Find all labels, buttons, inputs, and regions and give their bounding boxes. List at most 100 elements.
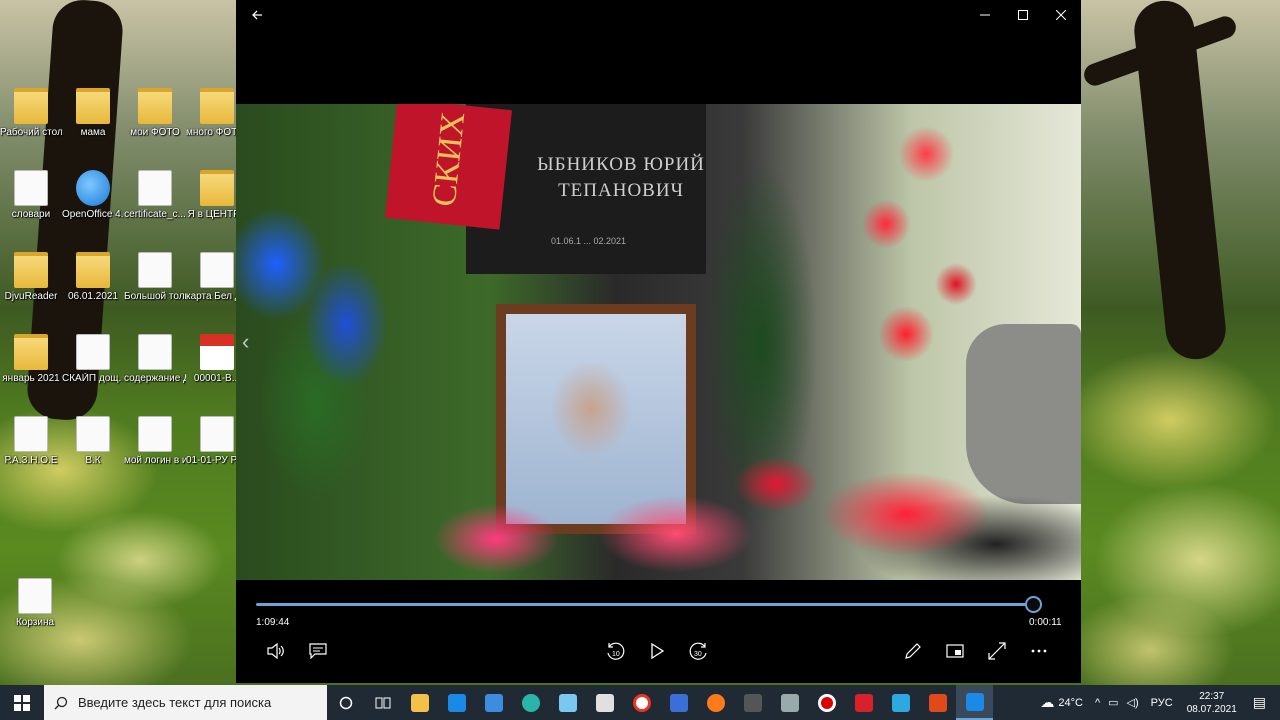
clock[interactable]: 22:37 08.07.2021 [1179, 690, 1245, 716]
desktop-icon[interactable]: мой логин в игре РЯЗ [124, 416, 186, 467]
doc-icon [200, 416, 234, 452]
folder-icon [14, 88, 48, 124]
remaining-time: 0:00:11 [1029, 617, 1062, 628]
file-explorer-app[interactable] [401, 685, 438, 720]
clock-time: 22:37 [1199, 690, 1225, 702]
paint-app[interactable] [586, 685, 623, 720]
app-icon [891, 693, 910, 712]
maximize-button[interactable] [1004, 0, 1042, 30]
headstone-inscription: ЫБНИКОВ ЮРИЙ ТЕПАНОВИЧ [536, 152, 706, 204]
mini-view-icon [946, 644, 964, 658]
edit-button[interactable] [901, 640, 925, 662]
movies-tv-app[interactable] [956, 685, 993, 720]
movie-maker-app[interactable] [734, 685, 771, 720]
volume-button[interactable] [264, 640, 288, 662]
seek-thumb[interactable] [1025, 596, 1043, 613]
bouquet [346, 444, 1081, 580]
task-view-button[interactable] [364, 685, 401, 720]
subtitles-button[interactable] [306, 640, 330, 662]
desktop-icon[interactable]: содержание ДОЩЕЧЕК [124, 334, 186, 385]
seek-bar[interactable] [256, 603, 1034, 606]
weather-icon[interactable]: ☁ [1040, 694, 1058, 711]
film-icon [743, 693, 762, 712]
doc-icon [138, 252, 172, 288]
desktop-icon[interactable]: Большой толковый ... [124, 252, 186, 303]
subtitles-icon [309, 643, 327, 659]
title-bar [236, 0, 1081, 30]
app-icon [780, 693, 799, 712]
record-icon [817, 693, 836, 712]
weather-temp[interactable]: 24°C [1058, 697, 1095, 709]
desktop-icon[interactable]: Р.А.З.Н.О.Е [0, 416, 62, 467]
minimize-icon [980, 14, 990, 16]
app-blue[interactable] [549, 685, 586, 720]
back-button[interactable] [238, 0, 276, 30]
close-button[interactable] [1042, 0, 1080, 30]
minimize-button[interactable] [966, 0, 1004, 30]
cortana-icon [339, 696, 352, 709]
video-frame[interactable]: ЫБНИКОВ ЮРИЙ ТЕПАНОВИЧ 01.06.1 ... 02.20… [236, 104, 1081, 580]
app-gray[interactable] [771, 685, 808, 720]
paint-icon [595, 693, 614, 712]
desktop-icon[interactable]: СКАЙП дощ. Дош... [62, 334, 124, 385]
clock-date: 08.07.2021 [1186, 703, 1237, 715]
folder-icon [410, 693, 429, 712]
recycle-bin-icon [18, 578, 52, 614]
folder-icon [14, 334, 48, 370]
tray-chevron-icon[interactable]: ^ [1095, 697, 1108, 709]
edge-app[interactable] [512, 685, 549, 720]
desktop-icon[interactable]: Корзина [4, 578, 66, 629]
play-icon [651, 643, 664, 659]
desktop-icon[interactable]: Рабочий стол - Ярлык [0, 88, 62, 139]
oo-icon [76, 170, 110, 206]
desktop-icon[interactable]: 06.01.2021 [62, 252, 124, 303]
app-icon [558, 693, 577, 712]
search-placeholder: Введите здесь текст для поиска [78, 695, 272, 710]
previous-arrow-icon[interactable]: ‹ [242, 329, 249, 355]
notification-icon[interactable]: ▤ [1245, 694, 1280, 711]
folder-icon [138, 88, 172, 124]
start-button[interactable] [0, 685, 44, 720]
app-cyan[interactable] [882, 685, 919, 720]
rewind-10-button[interactable]: 10 [603, 640, 627, 662]
folder-icon [200, 170, 234, 206]
yandex-app[interactable] [623, 685, 660, 720]
store-app[interactable] [475, 685, 512, 720]
forward-30-button[interactable]: 30 [687, 640, 711, 662]
desktop-icon-label: Большой толковый ... [124, 291, 186, 302]
media-player-window: ЫБНИКОВ ЮРИЙ ТЕПАНОВИЧ 01.06.1 ... 02.20… [236, 0, 1081, 683]
language-indicator[interactable]: РУС [1151, 697, 1179, 709]
speaker-icon [267, 643, 284, 659]
desktop-icon[interactable]: В.К [62, 416, 124, 467]
task-view-icon [375, 697, 390, 708]
powerpoint-app[interactable] [919, 685, 956, 720]
pdf-icon [200, 334, 234, 370]
desktop-icon[interactable]: январь 2021 [0, 334, 62, 385]
windows-icon [14, 694, 30, 711]
desktop-icon-label: 06.01.2021 [67, 291, 119, 302]
mini-view-button[interactable] [943, 640, 967, 662]
doc-icon [14, 170, 48, 206]
volume-icon[interactable]: ◁) [1127, 696, 1151, 709]
play-button[interactable] [645, 640, 669, 662]
desktop-icon[interactable]: мои ФОТО [124, 88, 186, 139]
desktop-icon-label: содержание ДОЩЕЧЕК [124, 373, 186, 384]
desktop-icon[interactable]: мама [62, 88, 124, 139]
mail-app[interactable] [438, 685, 475, 720]
desktop-icon[interactable]: certificate_c... [124, 170, 186, 221]
download-app[interactable] [845, 685, 882, 720]
desktop-icon[interactable]: OpenOffice 4.1.9 [62, 170, 124, 221]
elapsed-time: 1:09:44 [256, 617, 290, 628]
network-icon[interactable]: ▭ [1108, 696, 1126, 709]
desktop-icon[interactable]: словари [0, 170, 62, 221]
cortana-button[interactable] [327, 685, 364, 720]
recorder-app[interactable] [808, 685, 845, 720]
desktop-icon[interactable]: DjvuReader [0, 252, 62, 303]
more-options-button[interactable] [1027, 640, 1051, 662]
fullscreen-button[interactable] [985, 640, 1009, 662]
folder-icon [14, 252, 48, 288]
svg-text:10: 10 [612, 651, 620, 658]
firefox-app[interactable] [697, 685, 734, 720]
taskbar-search[interactable]: Введите здесь текст для поиска [44, 685, 327, 720]
calculator-app[interactable] [660, 685, 697, 720]
